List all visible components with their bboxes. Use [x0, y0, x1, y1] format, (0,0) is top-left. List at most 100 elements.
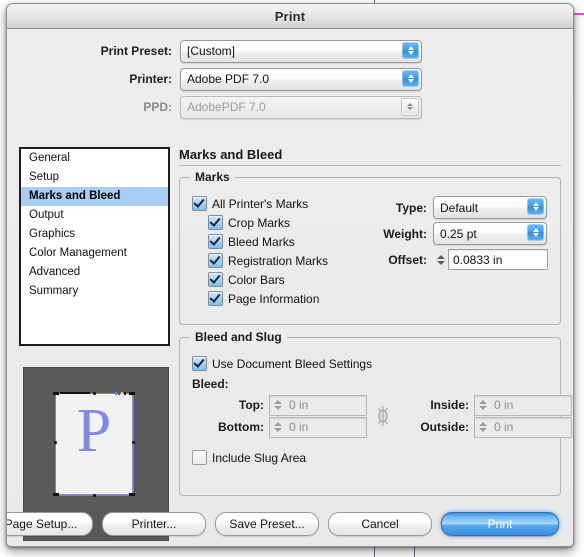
preview-registration-mark-left [54, 441, 57, 444]
sidebar-item-advanced[interactable]: Advanced [21, 263, 168, 282]
save-preset-button[interactable]: Save Preset... [215, 512, 319, 536]
top-settings-area: Print Preset: [Custom] Printer: Adobe PD… [7, 29, 573, 119]
printer-row: Printer: Adobe PDF 7.0 [7, 67, 573, 91]
marks-type-value: Default [440, 200, 479, 215]
bleed-bottom-value: 0 in [289, 420, 309, 434]
bleed-section-label: Bleed: [192, 377, 229, 391]
bleed-bottom-row: Bottom: 0 in [192, 416, 367, 438]
marks-weight-row: Weight: 0.25 pt [373, 222, 548, 245]
ppd-dropdown: AdobePDF 7.0 [180, 95, 422, 119]
print-preset-stepper-icon[interactable] [402, 41, 419, 59]
bleed-and-slug-group-title: Bleed and Slug [190, 330, 287, 344]
marks-group-body: All Printer's Marks Crop Marks Bleed Mar… [180, 178, 560, 320]
preview-bleed-line-left [55, 393, 56, 495]
print-preset-dropdown[interactable]: [Custom] [180, 39, 422, 63]
checkmark-icon [192, 196, 207, 211]
dialog-button-bar: Page Setup... Printer... Save Preset... … [7, 502, 573, 546]
panel-title-divider [179, 165, 561, 166]
panel-title: Marks and Bleed [179, 147, 283, 162]
printer-button[interactable]: Printer... [102, 512, 206, 536]
bleed-fields-left-column: Top: 0 in Bottom: 0 in [192, 394, 367, 438]
bleed-bottom-input: 0 in [269, 416, 367, 438]
print-preset-row: Print Preset: [Custom] [7, 39, 573, 63]
bleed-top-input: 0 in [269, 394, 367, 416]
preview-registration-mark-right [132, 441, 135, 444]
sidebar-item-marks-and-bleed[interactable]: Marks and Bleed [21, 187, 168, 206]
marks-offset-value: 0.0833 in [453, 252, 503, 267]
checkbox-label: All Printer's Marks [212, 196, 309, 211]
marks-checkbox-column: All Printer's Marks Crop Marks Bleed Mar… [192, 194, 373, 308]
checkbox-label: Include Slug Area [212, 450, 307, 465]
link-bleed-values-icon[interactable] [373, 403, 393, 429]
preview-color-bar-cyan [115, 392, 117, 395]
preview-page-info-bar [60, 392, 90, 394]
sidebar-item-general[interactable]: General [21, 149, 168, 168]
bleed-inside-stepper-icon [476, 397, 489, 414]
bleed-fields-grid: Top: 0 in Bottom: 0 in Inside: 0 in Outs… [192, 394, 572, 438]
print-button[interactable]: Print [441, 512, 559, 536]
bleed-inside-input: 0 in [474, 394, 572, 416]
marks-offset-label: Offset: [388, 252, 427, 267]
bleed-and-slug-group: Bleed and Slug Use Document Bleed Settin… [179, 330, 572, 496]
bleed-bottom-stepper-icon [271, 419, 284, 436]
checkbox-label: Color Bars [228, 272, 285, 287]
marks-group-title: Marks [190, 170, 235, 184]
preview-color-bar-magenta [118, 392, 120, 395]
preview-bleed-line-right [133, 394, 134, 495]
preview-crop-mark-bl [53, 493, 59, 496]
dialog-titlebar: Print [7, 4, 573, 29]
checkmark-icon [208, 272, 223, 287]
marks-weight-stepper-icon[interactable] [527, 224, 544, 241]
marks-type-stepper-icon[interactable] [527, 198, 544, 215]
checkbox-use-document-bleed-settings[interactable]: Use Document Bleed Settings [192, 354, 548, 373]
bleed-outside-input: 0 in [474, 416, 572, 438]
preview-registration-mark-top [93, 392, 96, 395]
checkbox-bleed-marks[interactable]: Bleed Marks [208, 232, 373, 251]
marks-weight-dropdown[interactable]: 0.25 pt [433, 222, 547, 245]
sidebar-item-setup[interactable]: Setup [21, 168, 168, 187]
ppd-label: PPD: [143, 100, 172, 114]
printer-stepper-icon[interactable] [402, 69, 419, 87]
marks-offset-input[interactable]: 0.0833 in [448, 249, 548, 270]
sidebar-item-summary[interactable]: Summary [21, 282, 168, 301]
background-guide-vertical-bottom-b [414, 546, 415, 557]
checkbox-page-information[interactable]: Page Information [208, 289, 373, 308]
settings-category-list[interactable]: General Setup Marks and Bleed Output Gra… [19, 147, 170, 346]
marks-offset-stepper-icon[interactable] [434, 251, 447, 268]
checkmark-icon [208, 253, 223, 268]
checkbox-crop-marks[interactable]: Crop Marks [208, 213, 373, 232]
printer-dropdown[interactable]: Adobe PDF 7.0 [180, 67, 422, 91]
sidebar-item-output[interactable]: Output [21, 206, 168, 225]
marks-offset-row: Offset: 0.0833 in [373, 248, 548, 271]
marks-type-row: Type: Default [373, 196, 548, 219]
checkmark-icon [192, 356, 207, 371]
bleed-outside-stepper-icon [476, 419, 489, 436]
bleed-inside-row: Inside: 0 in [399, 394, 572, 416]
bleed-fields-right-column: Inside: 0 in Outside: 0 in [399, 394, 572, 438]
marks-group: Marks All Printer's Marks Crop Marks Ble… [179, 170, 561, 325]
settings-panel: Marks and Bleed Marks All Printer's Mark… [179, 147, 572, 508]
sidebar-item-graphics[interactable]: Graphics [21, 225, 168, 244]
ppd-row: PPD: AdobePDF 7.0 [7, 95, 573, 119]
sidebar-item-color-management[interactable]: Color Management [21, 244, 168, 263]
preview-color-bar-black [124, 392, 126, 395]
checkmark-icon [208, 234, 223, 249]
preview-crop-mark-tr [129, 392, 135, 395]
ppd-stepper-icon [401, 97, 419, 116]
checkbox-all-printers-marks[interactable]: All Printer's Marks [192, 194, 373, 213]
page-setup-button[interactable]: Page Setup... [7, 512, 93, 536]
marks-weight-value: 0.25 pt [440, 226, 477, 241]
checkbox-color-bars[interactable]: Color Bars [208, 270, 373, 289]
ppd-value: AdobePDF 7.0 [187, 100, 266, 114]
preview-color-bar-yellow [121, 392, 123, 395]
bleed-outside-label: Outside: [420, 420, 469, 434]
checkbox-include-slug-area[interactable]: Include Slug Area [192, 448, 548, 467]
marks-type-dropdown[interactable]: Default [433, 196, 547, 219]
cancel-button[interactable]: Cancel [328, 512, 432, 536]
checkbox-registration-marks[interactable]: Registration Marks [208, 251, 373, 270]
checkbox-label: Bleed Marks [228, 234, 295, 249]
checkbox-label: Use Document Bleed Settings [212, 356, 373, 371]
preview-page-letter: P [76, 397, 112, 465]
background-guide-vertical-bottom-a [374, 546, 375, 557]
bleed-inside-value: 0 in [494, 398, 514, 412]
